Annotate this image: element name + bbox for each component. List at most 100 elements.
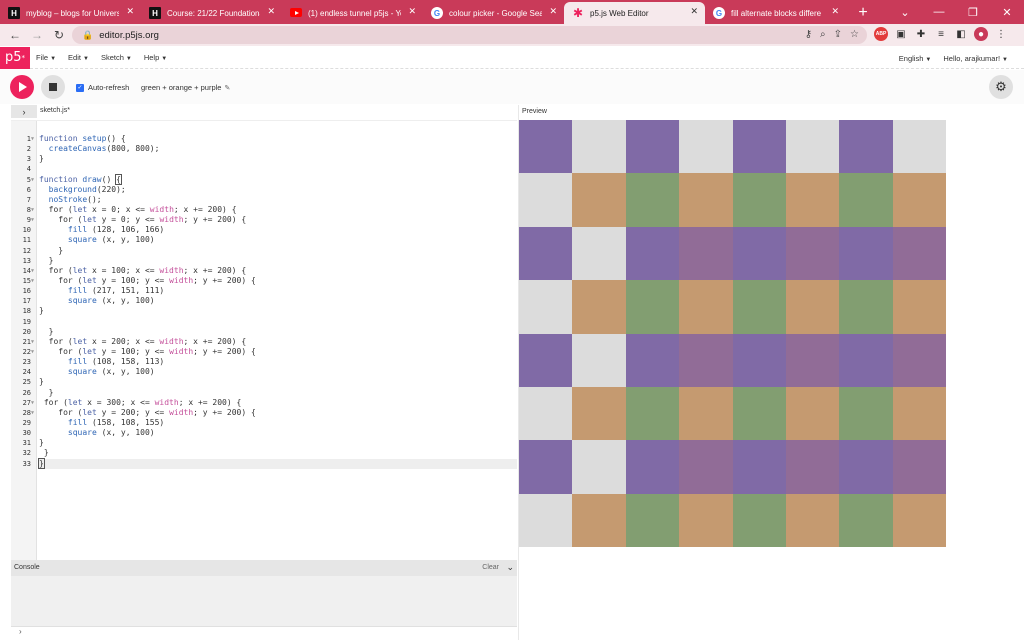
browser-tab[interactable]: Hmyblog – blogs for Univers ✕ <box>0 2 141 24</box>
close-tab-icon[interactable]: ✕ <box>690 6 698 17</box>
extension-page-icon[interactable]: ▣ <box>894 27 908 41</box>
code-line[interactable]: 27 ▼ for (let x = 300; x <= width; x += 2… <box>23 398 517 408</box>
code-line[interactable]: 9 ▼ for (let y = 0; y <= width; y += 200)… <box>27 215 517 225</box>
menu-item-sketch[interactable]: Sketch ▼ <box>101 53 132 62</box>
fold-toggle-icon[interactable]: ▼ <box>31 276 38 286</box>
browser-tab[interactable]: ✱ p5.js Web Editor ✕ <box>564 2 705 24</box>
new-tab-button[interactable]: + <box>852 2 874 24</box>
fold-toggle-icon[interactable]: ▼ <box>31 408 38 418</box>
code-line[interactable]: 10 fill (128, 106, 166) <box>23 225 517 235</box>
auto-refresh-toggle[interactable]: ✓ Auto-refresh <box>76 83 129 92</box>
fold-toggle-icon[interactable]: ▼ <box>31 266 38 276</box>
address-bar[interactable]: 🔒 editor.p5js.org ⚷ ⌕ ⇪ ☆ <box>72 26 867 44</box>
puzzle-icon[interactable]: ✚ <box>914 27 928 41</box>
code-line[interactable]: 17 square (x, y, 100) <box>23 296 517 306</box>
close-tab-icon[interactable]: ✕ <box>267 6 275 17</box>
code-line[interactable]: 11 square (x, y, 100) <box>23 235 517 245</box>
code-line[interactable]: 21 ▼ for (let x = 200; x <= width; x += 2… <box>23 337 517 347</box>
code-line[interactable]: 31} <box>23 438 517 448</box>
close-tab-icon[interactable]: ✕ <box>126 6 134 17</box>
menu-item-edit[interactable]: Edit ▼ <box>68 53 89 62</box>
code-line[interactable]: 16 fill (217, 151, 111) <box>23 286 517 296</box>
reload-icon[interactable]: ↻ <box>48 28 70 42</box>
code-line[interactable]: 8 ▼ for (let x = 0; x <= width; x += 200)… <box>27 205 517 215</box>
browser-tab[interactable]: Gfill alternate blocks differe ✕ <box>705 2 846 24</box>
fold-toggle-icon[interactable]: ▼ <box>31 398 38 408</box>
tab-label: Course: 21/22 Foundational <box>167 8 260 18</box>
browser-tab[interactable]: Gcolour picker - Google Sear ✕ <box>423 2 564 24</box>
code-area[interactable]: 1 ▼ function setup() {2 createCanvas(800, … <box>23 134 517 469</box>
chevron-down-icon[interactable]: ⌄ <box>506 562 514 573</box>
line-number: 25 <box>22 378 31 387</box>
console-input[interactable]: › <box>11 626 517 640</box>
code-line[interactable]: 4 <box>27 164 517 174</box>
code-line[interactable]: 20 } <box>23 327 517 337</box>
back-icon[interactable]: ← <box>4 28 26 42</box>
code-line[interactable]: 13 } <box>23 256 517 266</box>
pencil-icon[interactable]: ✎ <box>224 85 230 92</box>
console-clear-button[interactable]: Clear <box>482 564 499 571</box>
code-line[interactable]: 2 createCanvas(800, 800); <box>27 144 517 154</box>
code-line[interactable]: 33} <box>23 457 517 469</box>
checkbox-checked-icon[interactable]: ✓ <box>76 83 84 92</box>
adblock-icon[interactable]: ABP <box>874 27 888 41</box>
profile-avatar-icon[interactable]: ● <box>974 27 988 41</box>
code-line[interactable]: 15 ▼ for (let y = 100; y <= width; y += 2… <box>23 276 517 286</box>
fold-toggle-icon[interactable]: ▼ <box>31 175 38 185</box>
code-line[interactable]: 32 } <box>23 448 517 458</box>
share-icon[interactable]: ⇪ <box>834 29 842 40</box>
code-line[interactable]: 26 } <box>23 388 517 398</box>
fold-toggle-icon[interactable]: ▼ <box>31 134 38 144</box>
play-button[interactable] <box>10 75 34 99</box>
media-queue-icon[interactable]: ≡ <box>934 27 948 41</box>
zoom-icon[interactable]: ⌕ <box>820 29 826 40</box>
code-line[interactable]: 22 ▼ for (let y = 100; y <= width; y += 2… <box>23 347 517 357</box>
fold-toggle-icon[interactable]: ▼ <box>31 347 38 357</box>
more-menu-icon[interactable]: ⋮ <box>994 27 1008 41</box>
code-line[interactable]: 29 fill (158, 108, 155) <box>23 418 517 428</box>
code-line[interactable]: 5 ▼ function draw() { <box>27 173 517 185</box>
menu-item-file[interactable]: File ▼ <box>36 53 56 62</box>
code-line[interactable]: 28 ▼ for (let y = 200; y <= width; y += 2… <box>23 408 517 418</box>
code-line[interactable]: 14 ▼ for (let x = 100; x <= width; x += 2… <box>23 266 517 276</box>
code-line[interactable]: 1 ▼ function setup() { <box>27 134 517 144</box>
minimize-icon[interactable]: — <box>922 0 956 24</box>
user-menu[interactable]: Hello, arajkumar! ▼ <box>943 54 1008 63</box>
language-menu[interactable]: English ▼ <box>899 54 932 63</box>
code-line[interactable]: 25} <box>23 377 517 387</box>
menu-item-help[interactable]: Help ▼ <box>144 53 167 62</box>
side-panel-icon[interactable]: ◧ <box>954 27 968 41</box>
tab-search-icon[interactable]: ⌄ <box>888 0 922 24</box>
key-icon[interactable]: ⚷ <box>805 29 812 40</box>
code-line[interactable]: 3} <box>27 154 517 164</box>
code-line[interactable]: 30 square (x, y, 100) <box>23 428 517 438</box>
code-line[interactable]: 24 square (x, y, 100) <box>23 367 517 377</box>
browser-tab[interactable]: H Course: 21/22 Foundational ✕ <box>141 2 282 24</box>
code-line[interactable]: 6 background(220); <box>27 185 517 195</box>
sketch-name[interactable]: green + orange + purple ✎ <box>141 83 230 92</box>
fold-toggle-icon[interactable]: ▼ <box>31 205 38 215</box>
code-line[interactable]: 23 fill (108, 158, 113) <box>23 357 517 367</box>
fold-toggle-icon[interactable]: ▼ <box>31 337 38 347</box>
code-line[interactable]: 18} <box>23 306 517 316</box>
fold-toggle-icon[interactable]: ▼ <box>31 215 38 225</box>
close-window-icon[interactable]: ✕ <box>990 0 1024 24</box>
code-editor[interactable]: 1 ▼ function setup() {2 createCanvas(800, … <box>11 120 517 560</box>
file-tab[interactable]: sketch.js* <box>40 107 70 114</box>
code-line[interactable]: 12 } <box>23 246 517 256</box>
bookmark-star-icon[interactable]: ☆ <box>850 29 859 40</box>
expand-sidebar-button[interactable]: › <box>11 105 37 118</box>
close-tab-icon[interactable]: ✕ <box>408 6 416 17</box>
close-tab-icon[interactable]: ✕ <box>831 6 839 17</box>
settings-button[interactable]: ⚙ <box>989 75 1013 99</box>
browser-tab[interactable]: (1) endless tunnel p5js - You ✕ <box>282 2 423 24</box>
close-tab-icon[interactable]: ✕ <box>549 6 557 17</box>
restore-icon[interactable]: ❐ <box>956 0 990 24</box>
code-line[interactable]: 19 <box>23 317 517 327</box>
forward-icon[interactable]: → <box>26 28 48 42</box>
p5-logo[interactable]: p5 * <box>0 46 30 69</box>
code-line[interactable]: 7 noStroke(); <box>27 195 517 205</box>
stop-button[interactable] <box>41 75 65 99</box>
sketch-canvas[interactable] <box>519 120 946 547</box>
canvas-square-background <box>572 120 626 174</box>
